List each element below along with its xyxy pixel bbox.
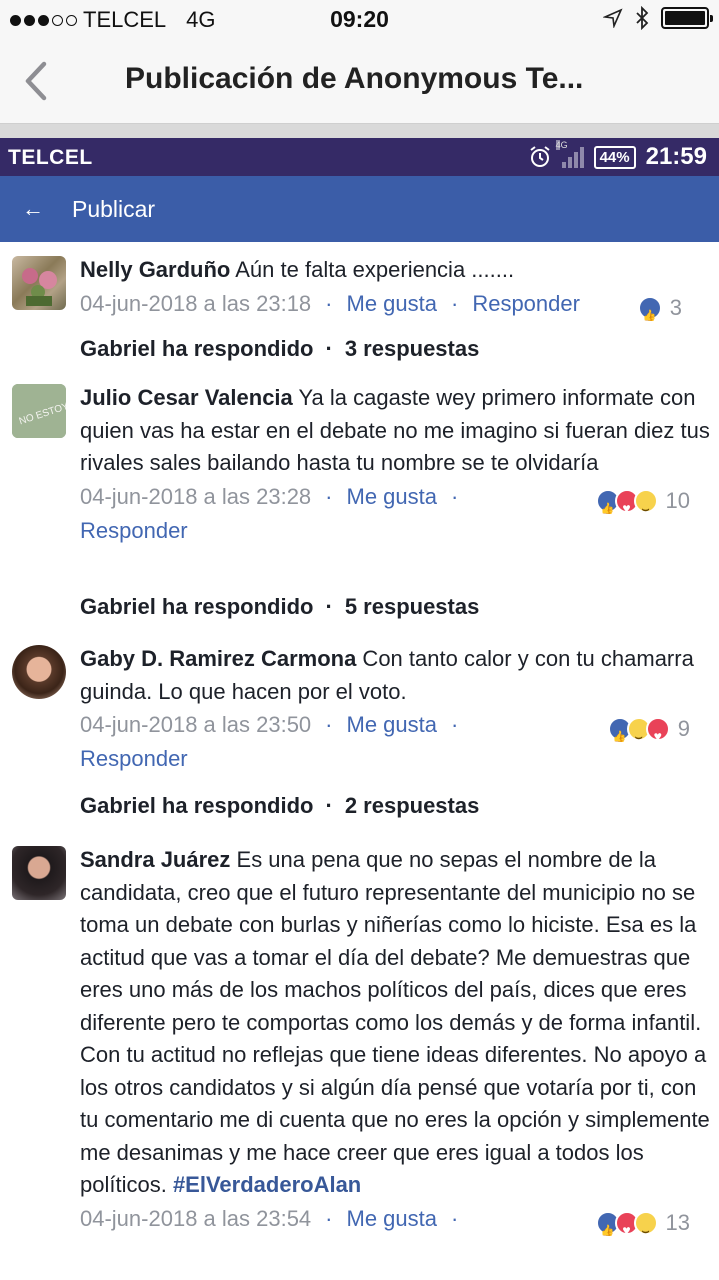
avatar[interactable] — [12, 846, 66, 900]
comment-meta: 04-jun-2018 a las 23:28·Me gusta· 10 — [80, 480, 710, 526]
back-chevron-icon[interactable] — [18, 58, 54, 104]
comment-text: Aún te falta experiencia ....... — [230, 257, 515, 282]
location-icon — [603, 8, 623, 28]
reply-button[interactable]: Responder — [80, 746, 188, 771]
hashtag-link[interactable]: #ElVerdaderoAlan — [173, 1172, 361, 1197]
reply-button[interactable]: Responder — [80, 518, 188, 543]
android-status-right: 4G 44% 21:59 — [528, 140, 707, 171]
alarm-icon — [529, 146, 550, 167]
bluetooth-icon — [636, 6, 649, 30]
comment-author[interactable]: Julio Cesar Valencia — [80, 385, 293, 410]
divider — [0, 124, 719, 138]
nav-title: Publicación de Anonymous Te... — [125, 62, 584, 95]
reactions-summary[interactable]: 9 — [607, 712, 690, 754]
comment-author[interactable]: Nelly Garduño — [80, 257, 230, 282]
nav-bar: Publicación de Anonymous Te... — [0, 40, 719, 124]
like-button[interactable]: Me gusta — [347, 712, 438, 737]
haha-reaction-icon — [633, 1210, 658, 1248]
ios-status-right — [603, 6, 713, 30]
avatar[interactable]: NO ESTOY — [12, 384, 66, 438]
like-reaction-icon — [637, 295, 662, 333]
comment-text: Es una pena que no sepas el nombre de la… — [80, 847, 710, 1197]
android-network: 4G — [555, 140, 568, 150]
avatar[interactable] — [12, 256, 66, 310]
replies-link[interactable]: Gabriel ha respondido · 2 respuestas — [80, 793, 479, 819]
comment-timestamp: 04-jun-2018 a las 23:54 — [80, 1205, 312, 1231]
cell-signal-icon: 4G — [555, 140, 584, 168]
comment-timestamp: 04-jun-2018 a las 23:28 — [80, 483, 312, 509]
reaction-count: 13 — [665, 1209, 690, 1235]
comment-author[interactable]: Sandra Juárez — [80, 847, 230, 872]
replies-link[interactable]: Gabriel ha respondido · 3 respuestas — [80, 336, 479, 362]
reaction-count: 10 — [665, 487, 690, 513]
battery-icon — [661, 7, 713, 29]
app-header: ← Publicar — [0, 176, 719, 242]
reactions-summary[interactable]: 13 — [595, 1206, 690, 1248]
like-button[interactable]: Me gusta — [347, 291, 438, 316]
reaction-count: 3 — [669, 294, 682, 320]
header-label: Publicar — [72, 196, 156, 222]
comment-timestamp: 04-jun-2018 a las 23:50 — [80, 712, 312, 737]
replies-link[interactable]: Gabriel ha respondido · 5 respuestas — [80, 594, 479, 620]
comment-author[interactable]: Gaby D. Ramirez Carmona — [80, 646, 356, 671]
comment-timestamp: 04-jun-2018 a las 23:18 — [80, 290, 312, 316]
comment-meta: 04-jun-2018 a las 23:54·Me gusta· 13 — [80, 1202, 710, 1248]
reaction-count: 9 — [677, 716, 690, 741]
reactions-summary[interactable]: 10 — [595, 484, 690, 526]
ios-status-bar: TELCEL 4G 09:20 — [0, 0, 719, 40]
love-reaction-icon — [645, 717, 670, 753]
like-button[interactable]: Me gusta — [347, 1206, 438, 1231]
reactions-summary[interactable]: 3 — [637, 291, 682, 333]
back-arrow-icon[interactable]: ← — [22, 196, 44, 222]
haha-reaction-icon — [633, 488, 658, 526]
android-status-bar: TELCEL 4G 44% 21:59 — [0, 138, 719, 176]
like-button[interactable]: Me gusta — [347, 484, 438, 509]
battery-percent: 44% — [593, 145, 636, 169]
android-carrier: TELCEL — [8, 146, 93, 169]
comment-meta: 04-jun-2018 a las 23:18 · Me gusta · Respond… — [80, 287, 710, 333]
avatar[interactable] — [12, 645, 66, 699]
android-clock: 21:59 — [645, 143, 707, 170]
comment-meta: 04-jun-2018 a las 23:50·Me gusta· 9 — [80, 708, 710, 754]
reply-button[interactable]: Responder — [472, 291, 580, 316]
